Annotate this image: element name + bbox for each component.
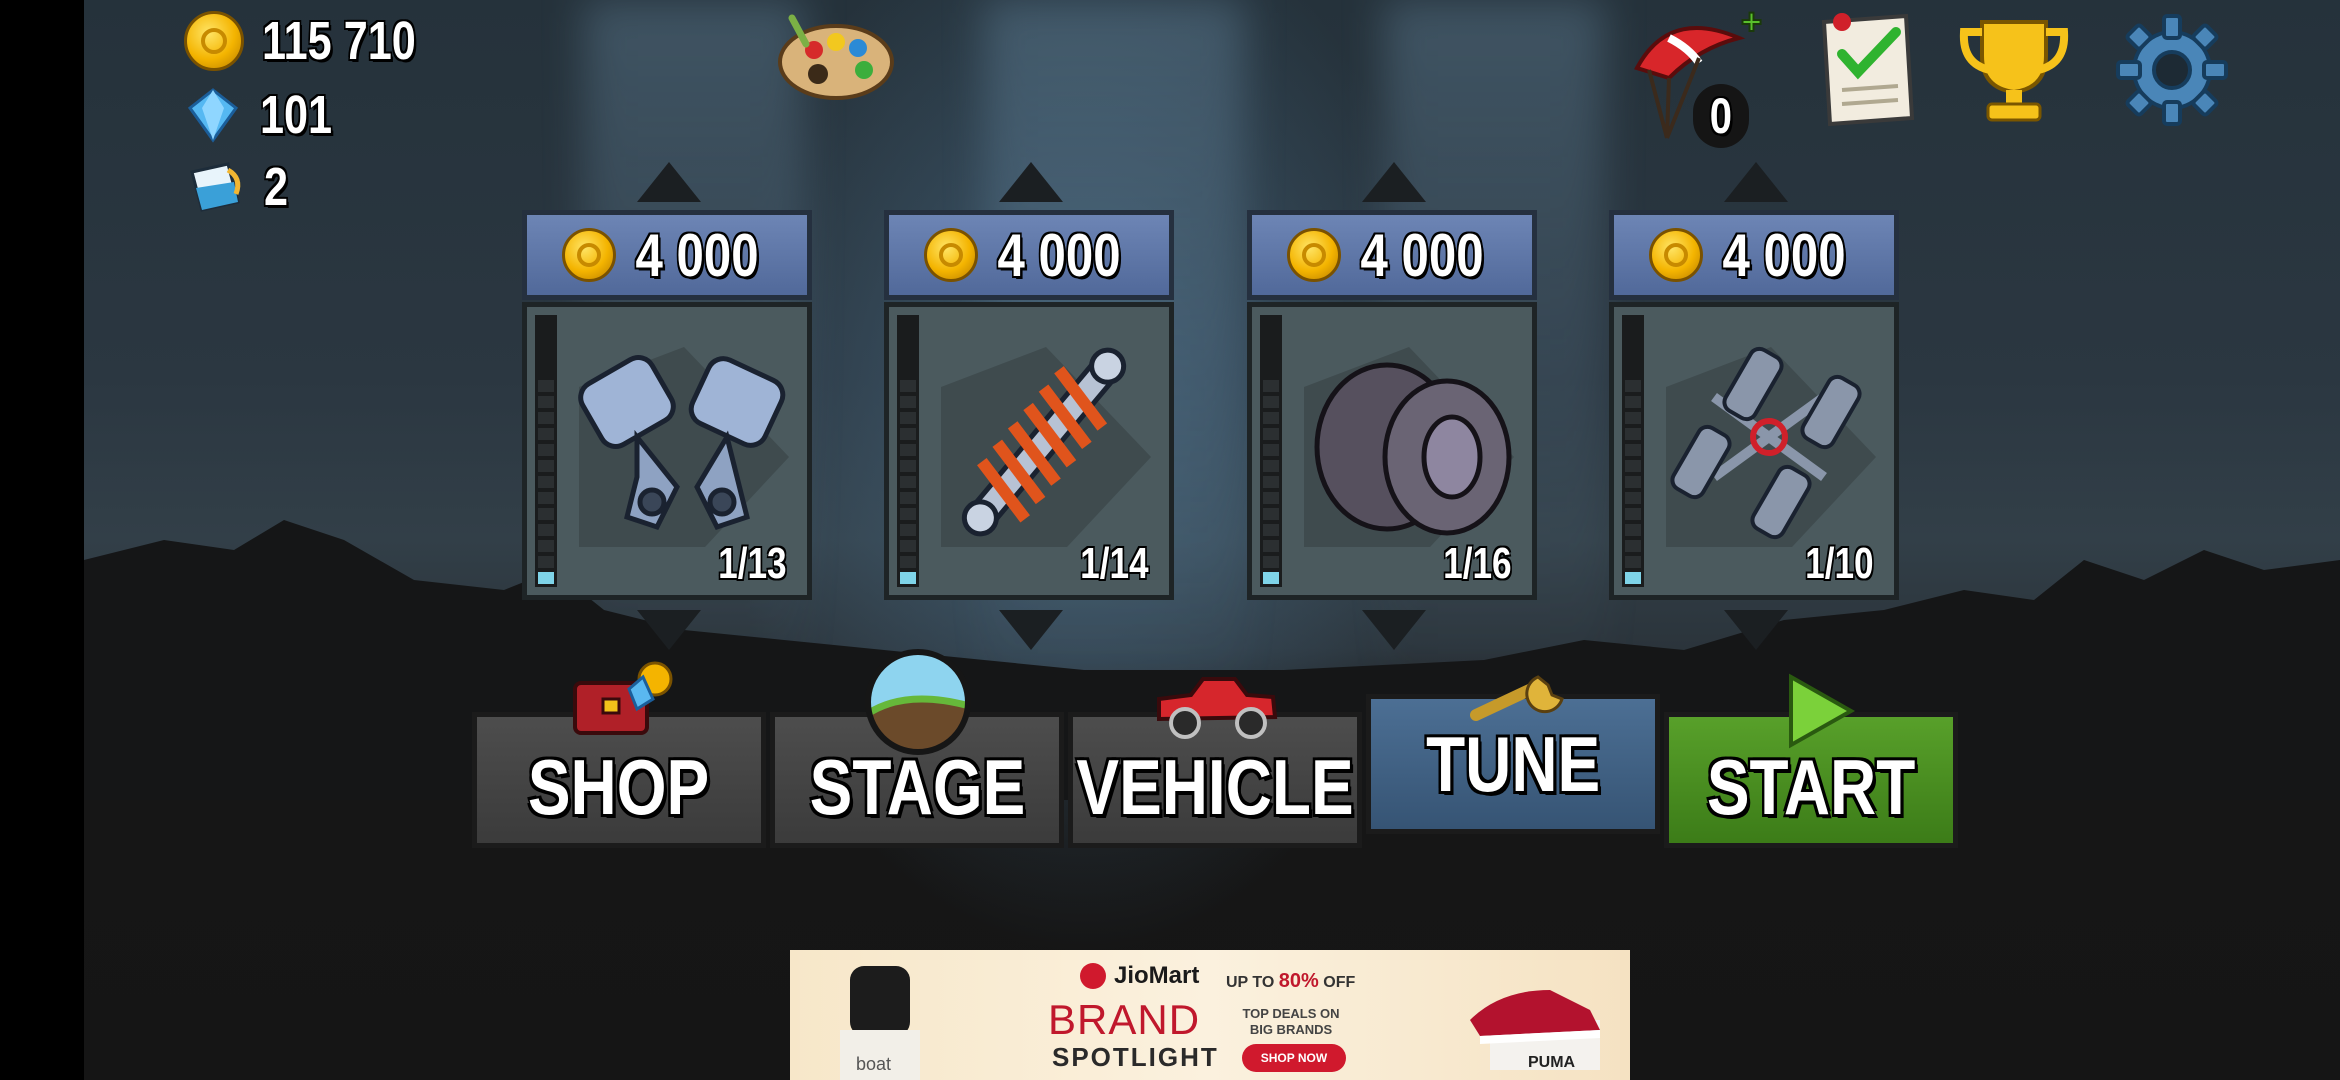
upgrade-price: 4 000 [884, 210, 1174, 300]
upgrade-panel: 1/14 [884, 302, 1174, 600]
ad-subheadline: SPOTLIGHT [1052, 1042, 1219, 1072]
upgrade-level: 1/14 [1080, 539, 1149, 588]
settings-gear-icon[interactable] [2114, 12, 2230, 128]
coin-icon [1286, 228, 1341, 282]
coin-icon [1648, 228, 1703, 282]
arrow-up-icon [1362, 162, 1426, 202]
level-meter [535, 315, 557, 587]
ad-shop-now-button[interactable]: SHOP NOW [1242, 1044, 1346, 1072]
paint-palette-icon[interactable] [774, 14, 904, 104]
game-screen: 115 710 101 2 + 0 4 000 1/13 4 000 1/14 … [84, 0, 2340, 1080]
coin-balance: 115 710 [184, 10, 454, 72]
parachute-button[interactable]: + 0 [1629, 0, 1769, 158]
start-label: START [1706, 742, 1916, 831]
upgrade-card-tires[interactable]: 4 000 1/16 [1247, 162, 1537, 650]
arrow-up-icon [637, 162, 701, 202]
ad-offer: UP TO 80% OFF [1226, 970, 1355, 993]
price-value: 4 000 [1360, 221, 1484, 289]
arrow-down-icon [637, 610, 701, 650]
upgrade-panel: 1/16 [1247, 302, 1537, 600]
ad-logo: JioMart [1080, 962, 1199, 990]
start-button[interactable]: START [1664, 673, 1958, 848]
level-meter [897, 315, 919, 587]
arrow-up-icon [1724, 162, 1788, 202]
price-value: 4 000 [635, 221, 759, 289]
suspension-spring-icon [961, 347, 1127, 537]
coin-icon [923, 228, 978, 282]
jeep-icon [1157, 677, 1278, 739]
parachute-count: 0 [1709, 88, 1733, 144]
upgrade-price: 4 000 [1609, 210, 1899, 300]
arrow-down-icon [1362, 610, 1426, 650]
ad-left-brand: boat [856, 1054, 892, 1074]
stage-button[interactable]: STAGE [770, 649, 1064, 848]
vehicle-button[interactable]: VEHICLE [1068, 677, 1362, 848]
missions-clipboard-icon[interactable] [1802, 10, 1922, 130]
price-value: 4 000 [997, 221, 1121, 289]
shop-button[interactable]: SHOP [472, 661, 766, 848]
ad-headline: BRAND [1048, 996, 1201, 1043]
level-meter [1622, 315, 1644, 587]
upgrade-level: 1/10 [1805, 539, 1874, 588]
paint-count: 2 [264, 157, 289, 217]
tune-label: TUNE [1425, 719, 1601, 808]
tune-button[interactable]: TUNE [1366, 675, 1660, 834]
gem-count: 101 [260, 85, 333, 145]
upgrade-level: 1/13 [718, 539, 787, 588]
svg-text:+: + [1741, 8, 1762, 42]
upgrade-card-engine[interactable]: 4 000 1/13 [522, 162, 812, 650]
ad-offer-suffix: OFF [1323, 974, 1356, 991]
shop-label: SHOP [528, 742, 710, 831]
upgrade-card-suspension[interactable]: 4 000 1/14 [884, 162, 1174, 650]
ad-right-brand: PUMA [1528, 1054, 1576, 1071]
upgrade-level: 1/16 [1443, 539, 1512, 588]
stage-label: STAGE [809, 742, 1025, 831]
vehicle-label: VEHICLE [1076, 742, 1354, 831]
diamond-icon [187, 88, 239, 143]
level-meter [1260, 315, 1282, 587]
trophy-icon[interactable] [1954, 12, 2074, 128]
price-value: 4 000 [1722, 221, 1846, 289]
arrow-down-icon [1724, 610, 1788, 650]
paint-bucket-icon [190, 162, 241, 212]
engine-pistons-icon [578, 355, 786, 531]
arrow-down-icon [999, 610, 1063, 650]
upgrade-panel: 1/13 [522, 302, 812, 600]
jiomart-logo-icon [1080, 963, 1106, 989]
ad-deals: TOP DEALS ON BIG BRANDS [1242, 1006, 1340, 1037]
stage-globe-icon [865, 649, 971, 755]
coin-icon [184, 11, 244, 71]
ad-logo-text: JioMart [1114, 962, 1200, 989]
coin-icon [561, 228, 616, 282]
treasure-chest-icon [573, 661, 673, 735]
play-arrow-icon [1789, 673, 1856, 749]
upgrade-panel: 1/10 [1609, 302, 1899, 600]
gem-balance: 101 [184, 84, 350, 146]
arrow-up-icon [999, 162, 1063, 202]
coin-count: 115 710 [262, 11, 416, 71]
tires-icon [1314, 362, 1512, 536]
drivetrain-4wd-icon [1670, 346, 1862, 540]
ad-offer-value: 80% [1278, 970, 1319, 992]
upgrade-card-4wd[interactable]: 4 000 1/10 [1609, 162, 1899, 650]
ad-offer-prefix: UP TO [1226, 974, 1275, 991]
paint-balance: 2 [184, 156, 294, 218]
ad-banner[interactable]: boat JioMart BRAND SPOTLIGHT UP TO 80% O… [790, 950, 1630, 1080]
parachute-badge: 0 [1693, 84, 1749, 148]
upgrade-price: 4 000 [1247, 210, 1537, 300]
upgrade-price: 4 000 [522, 210, 812, 300]
